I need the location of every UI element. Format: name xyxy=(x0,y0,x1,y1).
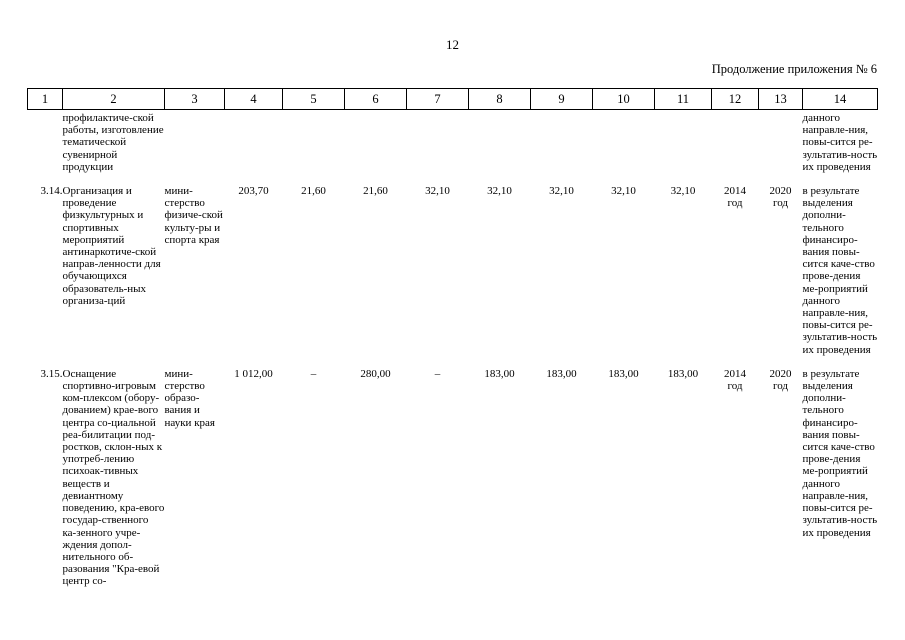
row-executor xyxy=(165,110,225,174)
column-number-row: 1 2 3 4 5 6 7 8 9 10 11 12 13 14 xyxy=(27,88,878,110)
row-id: 3.14. xyxy=(40,185,63,198)
table-row: 3.15. Оснащение спортивно-игровым ком-пл… xyxy=(28,366,878,588)
row-value-y7: 183,00 xyxy=(667,367,699,380)
row-value-total xyxy=(225,110,283,174)
column-number-10: 10 xyxy=(592,88,655,110)
row-year-start: 2014 год xyxy=(712,366,759,588)
row-value-y6 xyxy=(593,110,655,174)
row-id xyxy=(28,110,63,174)
table-row: профилактиче-ской работы, изготовление т… xyxy=(28,110,878,174)
column-number-8: 8 xyxy=(468,88,531,110)
row-value-y3: – xyxy=(434,367,441,380)
appendix-table: 1 2 3 4 5 6 7 8 9 10 11 12 13 14 профила… xyxy=(27,88,878,588)
row-value-y6: 32,10 xyxy=(611,185,636,198)
column-number-3: 3 xyxy=(164,88,225,110)
row-year-start: 2014 год xyxy=(712,183,759,356)
column-number-5: 5 xyxy=(282,88,345,110)
row-year-end-value: 2020 xyxy=(769,367,792,380)
column-number-2: 2 xyxy=(62,88,165,110)
row-spacer xyxy=(28,356,878,366)
document-page: 12 Продолжение приложения № 6 1 2 3 4 5 … xyxy=(0,0,905,640)
row-value-y2: 21,60 xyxy=(363,185,388,198)
table-container: 1 2 3 4 5 6 7 8 9 10 11 12 13 14 профила… xyxy=(27,88,878,588)
row-value-y1: – xyxy=(310,367,317,380)
row-value-y2 xyxy=(345,110,407,174)
row-value-y5 xyxy=(531,110,593,174)
row-spacer xyxy=(28,173,878,183)
column-number-12: 12 xyxy=(711,88,759,110)
row-value-total: 203,70 xyxy=(238,185,269,198)
row-value-y2: 280,00 xyxy=(360,367,391,380)
row-executor: мини-стерство образо-вания и науки края xyxy=(164,367,215,429)
row-spacer-cell xyxy=(28,173,878,183)
table-row: 3.14. Организация и проведение физкульту… xyxy=(28,183,878,356)
row-year-start-unit: год xyxy=(727,380,743,393)
row-year-end-unit: год xyxy=(772,197,789,210)
row-value-y1 xyxy=(283,110,345,174)
column-number-13: 13 xyxy=(758,88,803,110)
row-expected-result: в результате выделения дополни-тельного … xyxy=(802,367,878,539)
row-value-y5: 183,00 xyxy=(546,367,577,380)
row-expected-result: в результате выделения дополни-тельного … xyxy=(802,185,878,356)
row-spacer-cell xyxy=(28,356,878,366)
row-value-total: 1 012,00 xyxy=(234,367,273,380)
row-id: 3.15. xyxy=(40,367,63,380)
row-year-end xyxy=(759,110,803,174)
row-value-y7: 32,10 xyxy=(670,185,696,198)
row-value-y1: 21,60 xyxy=(301,185,326,198)
row-value-y4: 32,10 xyxy=(487,185,512,198)
page-number: 12 xyxy=(446,37,459,52)
row-value-y3 xyxy=(407,110,469,174)
column-number-7: 7 xyxy=(406,88,469,110)
column-number-6: 6 xyxy=(344,88,407,110)
row-year-end: 2020 год xyxy=(759,366,803,588)
row-expected-result: данного направле-ния, повы-сится ре-зуль… xyxy=(802,112,878,173)
continuation-label: Продолжение приложения № 6 xyxy=(711,62,877,76)
row-year-start xyxy=(712,110,759,174)
row-value-y5: 32,10 xyxy=(549,185,574,198)
row-value-y3: 32,10 xyxy=(425,185,450,198)
column-number-14: 14 xyxy=(802,88,878,110)
row-measure-name: профилактиче-ской работы, изготовление т… xyxy=(62,112,164,173)
row-value-y7 xyxy=(655,110,712,174)
row-measure-name: Организация и проведение физкультурных и… xyxy=(62,185,161,307)
row-year-start-value: 2014 xyxy=(724,367,746,380)
row-year-start-value: 2014 xyxy=(724,185,746,198)
column-number-4: 4 xyxy=(224,88,283,110)
row-value-y4: 183,00 xyxy=(484,367,515,380)
row-value-y4 xyxy=(469,110,531,174)
row-measure-name: Оснащение спортивно-игровым ком-плексом … xyxy=(62,367,165,588)
column-number-11: 11 xyxy=(654,88,712,110)
row-year-end: 2020 год xyxy=(759,183,803,356)
column-number-9: 9 xyxy=(530,88,593,110)
row-year-end-unit: год xyxy=(772,380,789,393)
row-value-y6: 183,00 xyxy=(608,367,639,380)
row-year-end-value: 2020 xyxy=(769,185,792,198)
row-year-start-unit: год xyxy=(727,197,743,210)
row-executor: мини-стерство физиче-ской культу-ры и сп… xyxy=(164,185,223,246)
column-number-1: 1 xyxy=(27,88,63,110)
